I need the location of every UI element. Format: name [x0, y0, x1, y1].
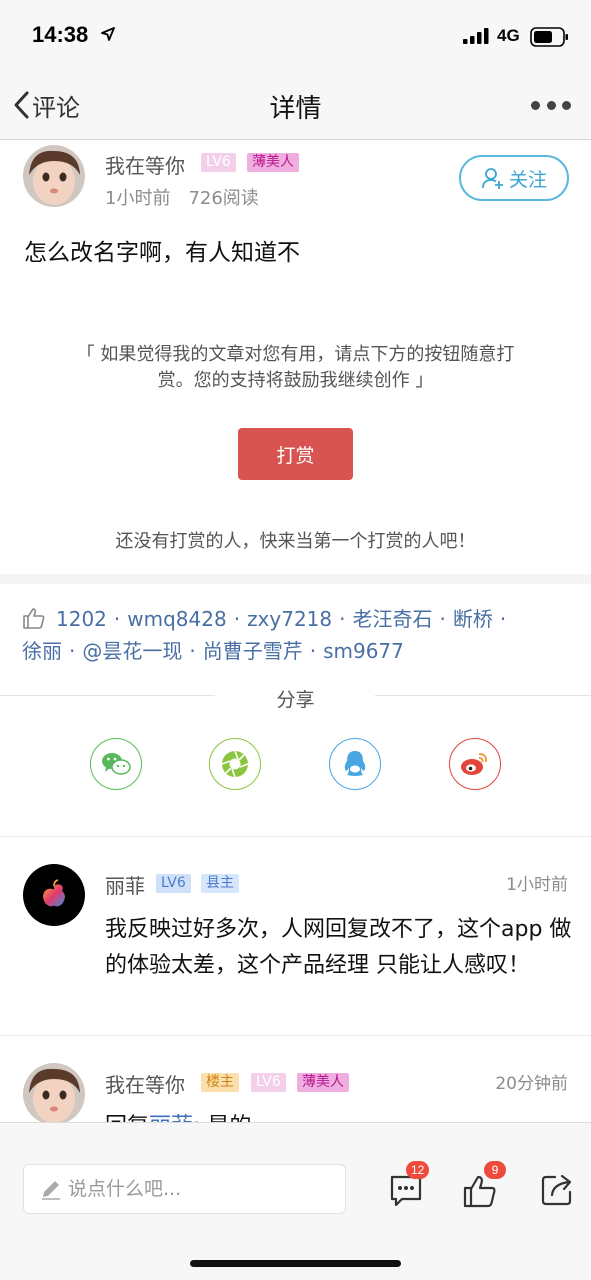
- commenter-name[interactable]: 丽菲: [105, 870, 145, 899]
- follow-button[interactable]: 关注: [459, 155, 569, 201]
- network-type: 4G: [497, 26, 520, 45]
- section-divider: [0, 574, 591, 584]
- battery-icon: [530, 27, 568, 47]
- reward-note-line: 「 如果觉得我的文章对您有用，请点下方的按钮随意打: [76, 344, 515, 365]
- level-badge: LV6: [251, 1073, 286, 1092]
- separator-dot: ·: [233, 607, 241, 631]
- like-user[interactable]: 徐丽: [22, 639, 62, 663]
- follow-label: 关注: [508, 168, 547, 191]
- share-title: 分享: [276, 689, 315, 711]
- like-user[interactable]: zxy7218: [247, 607, 332, 631]
- comment-input[interactable]: [68, 1178, 328, 1200]
- separator-dot: ·: [189, 639, 196, 663]
- nav-bar: 评论 详情: [0, 70, 591, 140]
- qq-penguin-icon: [344, 751, 366, 776]
- pencil-icon: [42, 1181, 60, 1200]
- divider: [0, 1035, 591, 1036]
- status-bar: 14:38 4G: [0, 0, 591, 70]
- child-portrait-icon: [23, 145, 85, 207]
- separator-dot: ·: [309, 639, 317, 663]
- location-arrow-icon: [101, 27, 115, 41]
- comments-button[interactable]: 12: [386, 1161, 430, 1211]
- home-indicator[interactable]: [190, 1260, 401, 1267]
- apple-logo-icon: [43, 879, 65, 907]
- owner-badge: 楼主: [201, 1073, 239, 1092]
- like-count[interactable]: 1202: [56, 607, 107, 631]
- more-button[interactable]: [531, 93, 571, 117]
- like-user[interactable]: 老汪奇石: [353, 607, 433, 631]
- post-meta: 1小时前 726阅读: [105, 184, 259, 210]
- more-dot-icon: [546, 100, 556, 110]
- like-user[interactable]: sm9677: [323, 639, 404, 663]
- comment-text: 我反映过好多次，人网回复改不了，这个app 做的体验太差，这个产品经理 只能让人…: [105, 917, 572, 978]
- level-badge: LV6: [201, 153, 236, 172]
- commenter-avatar[interactable]: [23, 864, 85, 926]
- reward-note-line: 赏。您的支持将鼓励我继续创作 」: [157, 370, 434, 391]
- commenter-name[interactable]: 我在等你: [105, 1069, 185, 1098]
- separator-dot: ·: [439, 607, 446, 631]
- reward-button[interactable]: 打赏: [238, 428, 353, 480]
- author-name[interactable]: 我在等你: [105, 150, 185, 179]
- reward-empty-text: 还没有打赏的人，快来当第一个打赏的人吧！: [115, 531, 476, 552]
- more-dot-icon: [562, 100, 571, 110]
- share-qq-button[interactable]: [329, 738, 381, 790]
- signal-icon: [463, 28, 489, 44]
- title-badge: 薄美人: [247, 153, 299, 172]
- like-button[interactable]: 9: [462, 1161, 506, 1211]
- comment-count-badge: 12: [406, 1161, 430, 1179]
- like-user[interactable]: wmq8428: [127, 607, 226, 631]
- comment-time: 20分钟前: [495, 1074, 568, 1094]
- wechat-icon: [102, 753, 131, 775]
- post-content: 怎么改名字啊，有人知道不: [24, 240, 300, 266]
- share-weibo-button[interactable]: [449, 738, 501, 790]
- separator-dot: ·: [499, 607, 507, 631]
- commenter-avatar[interactable]: [23, 1063, 85, 1125]
- comment-input-box[interactable]: [23, 1164, 346, 1214]
- thumbs-up-icon[interactable]: [22, 606, 46, 630]
- like-count-badge: 9: [484, 1161, 506, 1179]
- divider: [0, 836, 591, 837]
- reward-note: 「 如果觉得我的文章对您有用，请点下方的按钮随意打 赏。您的支持将鼓励我继续创作…: [40, 342, 551, 394]
- status-time: 14:38: [32, 22, 89, 47]
- moments-aperture-icon: [221, 750, 249, 778]
- share-wechat-button[interactable]: [90, 738, 142, 790]
- title-badge: 薄美人: [297, 1073, 349, 1092]
- comment-time: 1小时前: [506, 875, 568, 895]
- level-badge: LV6: [156, 874, 191, 893]
- share-export-icon: [541, 1174, 572, 1206]
- page-title: 详情: [269, 94, 322, 124]
- likes-list: 1202 · wmq8428 · zxy7218 · 老汪奇石 · 断桥 · 徐丽 · @昙花一现 · 尚曹…: [22, 603, 552, 667]
- title-badge: 县主: [201, 874, 239, 893]
- share-moments-button[interactable]: [209, 738, 261, 790]
- like-user[interactable]: 尚曹子雪芹: [203, 639, 303, 663]
- separator-dot: ·: [339, 607, 346, 631]
- like-user[interactable]: @昙花一现: [82, 639, 182, 663]
- post-time: 1小时前: [105, 188, 171, 209]
- separator-dot: ·: [113, 607, 121, 631]
- child-portrait-icon: [23, 1063, 85, 1125]
- share-button[interactable]: [540, 1167, 584, 1211]
- weibo-icon: [461, 753, 488, 775]
- author-avatar[interactable]: [23, 145, 85, 207]
- separator-dot: ·: [69, 639, 76, 663]
- read-count: 726阅读: [188, 188, 259, 209]
- like-user[interactable]: 断桥: [453, 607, 493, 631]
- bottom-bar: 12 9: [0, 1122, 591, 1280]
- more-dot-icon: [531, 100, 540, 110]
- add-user-icon: [482, 168, 503, 189]
